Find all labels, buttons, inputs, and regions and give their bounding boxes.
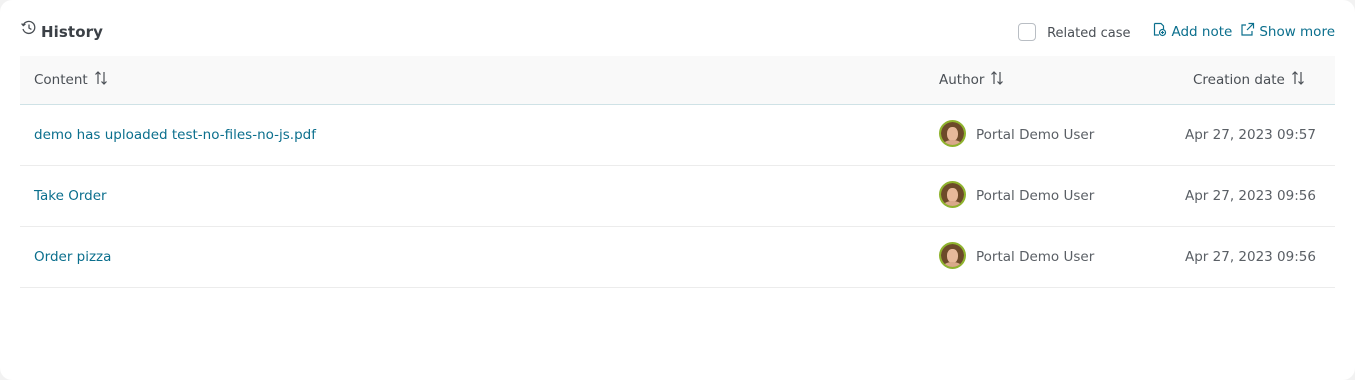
avatar (939, 241, 966, 269)
related-case-label: Related case (1047, 25, 1131, 41)
add-note-label: Add note (1171, 24, 1233, 40)
show-more-button[interactable]: Show more (1240, 22, 1335, 40)
history-card: History Related case Add note Show more … (0, 0, 1355, 380)
note-add-icon (1154, 22, 1167, 37)
content-link[interactable]: demo has uploaded test-no-files-no-js.pd… (34, 127, 316, 143)
related-case-checkbox[interactable] (1018, 23, 1037, 41)
column-header-creation-date[interactable]: Creation date (1193, 56, 1305, 104)
page-title: History (41, 23, 103, 41)
history-table: Content Author Creation date demo has up… (20, 56, 1335, 288)
history-icon (20, 19, 38, 37)
author-name: Portal Demo User (976, 249, 1095, 265)
sort-icon[interactable] (1291, 70, 1305, 90)
column-header-author-label: Author (939, 72, 985, 88)
date-cell: Apr 27, 2023 09:57 (1185, 105, 1316, 165)
column-header-author[interactable]: Author (939, 56, 1004, 104)
content-cell: demo has uploaded test-no-files-no-js.pd… (34, 105, 316, 165)
avatar (939, 119, 966, 147)
content-cell: Order pizza (34, 227, 111, 287)
column-header-creation-date-label: Creation date (1193, 72, 1285, 88)
creation-date: Apr 27, 2023 09:56 (1185, 249, 1316, 265)
related-case-toggle[interactable]: Related case (1018, 23, 1130, 41)
date-cell: Apr 27, 2023 09:56 (1185, 227, 1316, 287)
table-header: Content Author Creation date (20, 56, 1335, 105)
table-row: Order pizza Portal Demo User Apr 27, 202… (20, 227, 1335, 288)
content-link[interactable]: Order pizza (34, 249, 111, 265)
date-cell: Apr 27, 2023 09:56 (1185, 166, 1316, 226)
sort-icon[interactable] (990, 70, 1004, 90)
column-header-content[interactable]: Content (34, 56, 108, 104)
content-link[interactable]: Take Order (34, 188, 107, 204)
author-name: Portal Demo User (976, 127, 1095, 143)
show-more-label: Show more (1259, 24, 1335, 40)
add-note-button[interactable]: Add note (1152, 22, 1233, 40)
author-name: Portal Demo User (976, 188, 1095, 204)
history-title: History (20, 18, 103, 46)
content-cell: Take Order (34, 166, 107, 226)
external-link-icon (1241, 22, 1255, 36)
sort-icon[interactable] (94, 70, 108, 90)
table-row: Take Order Portal Demo User Apr 27, 2023… (20, 166, 1335, 227)
table-row: demo has uploaded test-no-files-no-js.pd… (20, 105, 1335, 166)
avatar (939, 180, 966, 208)
author-cell: Portal Demo User (939, 105, 1094, 165)
column-header-content-label: Content (34, 72, 88, 88)
history-header: History Related case Add note Show more (20, 18, 1335, 46)
history-actions: Related case Add note Show more (1018, 18, 1335, 46)
author-cell: Portal Demo User (939, 227, 1094, 287)
creation-date: Apr 27, 2023 09:57 (1185, 127, 1316, 143)
creation-date: Apr 27, 2023 09:56 (1185, 188, 1316, 204)
author-cell: Portal Demo User (939, 166, 1094, 226)
